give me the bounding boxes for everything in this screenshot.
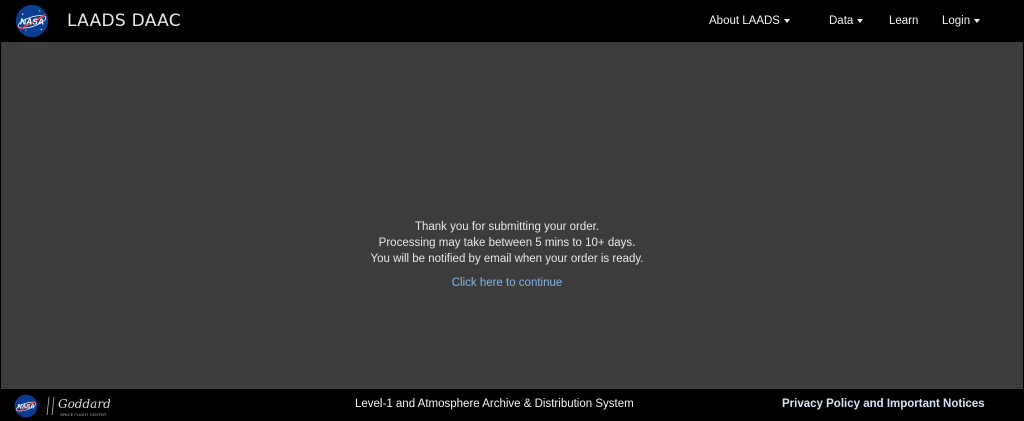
order-confirmation-message: Thank you for submitting your order. Pro…	[1, 219, 1013, 291]
svg-text:NASA: NASA	[17, 404, 34, 410]
footer: NASA Goddard SPACE FLIGHT CENTER Level-1…	[1, 389, 1023, 421]
nav-learn-link[interactable]: Learn	[889, 0, 918, 42]
nasa-logo-icon: NASA	[15, 4, 49, 38]
message-line-2: Processing may take between 5 mins to 10…	[378, 237, 636, 249]
caret-down-icon	[857, 19, 864, 23]
nav-about-label: About LAADS	[709, 15, 780, 27]
goddard-logo-icon[interactable]: Goddard SPACE FLIGHT CENTER	[44, 393, 110, 419]
nav-learn-label: Learn	[889, 15, 919, 27]
caret-down-icon	[974, 19, 981, 23]
svg-text:NASA: NASA	[20, 16, 44, 26]
top-navbar: NASA LAADS DAAC About LAADS Data Learn L…	[1, 0, 1023, 42]
svg-text:SPACE FLIGHT CENTER: SPACE FLIGHT CENTER	[60, 412, 106, 417]
message-line-1: Thank you for submitting your order.	[414, 221, 600, 233]
continue-link[interactable]: Click here to continue	[452, 277, 563, 289]
nav-login-label: Login	[942, 15, 971, 27]
svg-text:Goddard: Goddard	[58, 397, 110, 411]
nav-about-laads-dropdown[interactable]: About LAADS	[709, 0, 790, 42]
nasa-logo-icon[interactable]: NASA	[14, 394, 38, 418]
footer-logos: NASA Goddard SPACE FLIGHT CENTER	[14, 393, 110, 419]
site-title: LAADS DAAC	[67, 11, 181, 31]
main-content: Thank you for submitting your order. Pro…	[1, 42, 1023, 389]
privacy-policy-link[interactable]: Privacy Policy and Important Notices	[782, 398, 985, 410]
system-name-text: Level-1 and Atmosphere Archive & Distrib…	[355, 398, 634, 410]
caret-down-icon	[783, 19, 790, 23]
nav-login-dropdown[interactable]: Login	[942, 0, 981, 42]
page-frame: NASA LAADS DAAC About LAADS Data Learn L…	[0, 0, 1024, 421]
nav-data-label: Data	[829, 15, 854, 27]
brand-home-link[interactable]: NASA LAADS DAAC	[15, 0, 181, 42]
message-line-3: You will be notified by email when your …	[370, 253, 644, 265]
nav-data-dropdown[interactable]: Data	[829, 0, 864, 42]
